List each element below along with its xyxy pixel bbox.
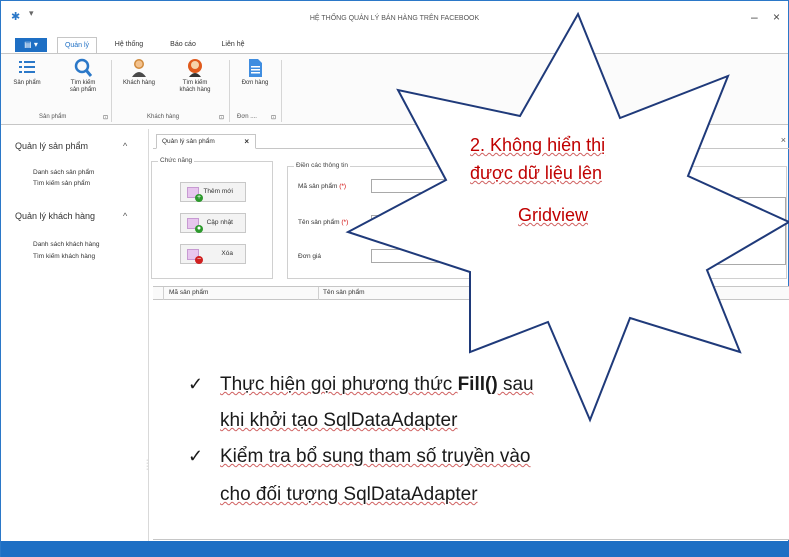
title-bar: ✱ ▾ HỆ THỐNG QUẢN LÝ BÁN HÀNG TRÊN FACEB… (1, 1, 788, 31)
tab-bao-cao[interactable]: Báo cáo (163, 37, 203, 53)
ma-san-pham-text: Mã sản phẩm (298, 183, 338, 190)
ribbon-tab-row: ▤ ▾ Quản lý Hệ thống Báo cáo Liên hệ (1, 37, 788, 53)
grid-column-divider (318, 287, 319, 300)
update-button-label: Cập nhật (206, 219, 233, 226)
close-tab-icon[interactable]: × (244, 135, 249, 149)
ribbon-don-hang-label: Đơn hàng (241, 80, 269, 86)
ribbon-tim-kiem-sp-label-2: sản phẩm (69, 87, 97, 93)
tab-quan-ly-san-pham-label: Quản lý sản phẩm (162, 138, 215, 145)
info-form-legend: Điền các thông tin (294, 162, 351, 169)
left-navigation: Quản lý sản phẩm ^ Danh sách sản phẩm Tì… (1, 129, 149, 541)
product-grid-header: Mã sản phẩm Tên sản phẩm Đơn giá Thông t… (153, 286, 789, 300)
ribbon-group-divider (229, 60, 230, 122)
tab-lien-he[interactable]: Liên hệ (213, 37, 253, 53)
nav-item-danh-sach-san-pham[interactable]: Danh sách sản phẩm (33, 169, 94, 176)
ten-san-pham-text: Tên sản phẩm (298, 219, 340, 226)
ribbon-group-launcher[interactable]: ⊡ (103, 114, 108, 121)
delete-button-label: Xóa (221, 250, 233, 257)
update-button[interactable]: ● Cập nhật (180, 213, 246, 233)
splitter-handle[interactable]: · · · · (146, 457, 148, 473)
ribbon-group-divider (281, 60, 282, 122)
checklist-item-1-line-1: Thực hiện gọi phương thức Fill() sau (220, 372, 534, 398)
update-icon: ● (187, 218, 203, 233)
tab-he-thong[interactable]: Hệ thống (109, 37, 149, 53)
grid-column-don-gia[interactable]: Đơn giá (481, 289, 504, 296)
app-window: ✱ ▾ HỆ THỐNG QUẢN LÝ BÁN HÀNG TRÊN FACEB… (0, 0, 789, 557)
checklist-item-1-text-d: khi khởi tạo SqlDataAdapter (220, 410, 458, 431)
ribbon-group-launcher[interactable]: ⊡ (271, 114, 276, 121)
ribbon-tim-kiem-khach-hang-button[interactable]: Tìm kiếm khách hàng (173, 58, 217, 94)
nav-item-danh-sach-khach-hang[interactable]: Danh sách khách hàng (33, 241, 100, 248)
ma-san-pham-label: Mã sản phẩm (*) (298, 183, 346, 190)
required-marker: (*) (341, 219, 349, 226)
file-menu-button[interactable]: ▤ ▾ (15, 38, 47, 52)
list-icon (19, 61, 35, 73)
close-panel-icon[interactable]: × (781, 135, 786, 145)
ten-san-pham-input[interactable] (371, 215, 499, 229)
ribbon-tim-kiem-san-pham-button[interactable]: Tìm kiếm sản phẩm (63, 58, 103, 94)
callout-line-2: được dữ liệu lên (470, 163, 602, 183)
checklist-item-1-text-a: Thực hiện gọi phương thức (220, 374, 458, 395)
required-marker: (*) (339, 183, 347, 190)
ribbon: Sản phẩm Tìm kiếm sản phẩm Khách hàng Tì… (1, 53, 788, 125)
minimize-button[interactable]: – (751, 10, 758, 24)
ribbon-group-launcher[interactable]: ⊡ (219, 114, 224, 121)
tab-quan-ly[interactable]: Quản lý (57, 37, 97, 53)
collapse-chevron-icon[interactable]: ^ (123, 141, 127, 151)
grid-column-ma-san-pham[interactable]: Mã sản phẩm (169, 289, 208, 296)
ribbon-group-divider (111, 60, 112, 122)
ten-san-pham-label: Tên sản phẩm (*) (298, 219, 348, 226)
collapse-chevron-icon[interactable]: ^ (123, 211, 127, 221)
grid-column-ten-san-pham[interactable]: Tên sản phẩm (323, 289, 365, 296)
ribbon-tim-kiem-sp-label-1: Tìm kiếm (70, 80, 96, 86)
delete-icon: − (187, 249, 203, 264)
close-window-button[interactable]: × (773, 10, 780, 24)
ribbon-group-khach-hang-label: Khách hàng (147, 114, 180, 120)
checklist-item-1-method: Fill() (457, 374, 498, 395)
ribbon-khach-hang-label: Khách hàng (122, 80, 156, 86)
add-icon: + (187, 187, 203, 202)
checklist-item-2-line-2: cho đối tượng SqlDataAdapter (220, 482, 478, 508)
add-button-label: Thêm mới (203, 188, 233, 195)
nav-section-quan-ly-san-pham[interactable]: Quản lý sản phẩm (15, 141, 88, 151)
document-icon (249, 59, 262, 77)
checklist-item-1-text-c: sau (497, 374, 534, 395)
grid-column-divider (475, 287, 476, 300)
callout-line-3: Gridview (518, 205, 589, 225)
check-mark-icon: ✓ (188, 446, 204, 466)
user-search-icon (188, 59, 202, 77)
search-icon (74, 58, 92, 77)
ribbon-group-san-pham-label: Sản phẩm (39, 114, 67, 120)
nav-item-tim-kiem-khach-hang[interactable]: Tìm kiếm khách hàng (33, 253, 95, 260)
actions-group: Chức năng + Thêm mới ● Cập nhật − Xóa (151, 157, 273, 279)
checklist-item-2-text-a: Kiểm tra bổ sung tham số truyền vào (220, 446, 531, 467)
checklist-item-2-text-b: cho đối tượng SqlDataAdapter (220, 484, 478, 505)
window-title: HỆ THỐNG QUẢN LÝ BÁN HÀNG TRÊN FACEBOOK (309, 15, 480, 22)
delete-button[interactable]: − Xóa (180, 244, 246, 264)
ribbon-tim-kiem-kh-label-1: Tìm kiếm (182, 80, 208, 86)
ribbon-khach-hang-button[interactable]: Khách hàng (119, 58, 159, 87)
status-bar (1, 541, 789, 557)
actions-legend: Chức năng (158, 157, 195, 164)
nav-section-quan-ly-khach-hang[interactable]: Quản lý khách hàng (15, 211, 95, 221)
tab-quan-ly-san-pham[interactable]: Quản lý sản phẩm × (156, 134, 256, 149)
checklist-item-1-line-2: khi khởi tạo SqlDataAdapter (220, 408, 457, 434)
ribbon-san-pham-label: Sản phẩm (13, 80, 41, 86)
grid-column-divider (163, 287, 164, 300)
nav-item-tim-kiem-san-pham[interactable]: Tìm kiếm sản phẩm (33, 180, 90, 187)
add-button[interactable]: + Thêm mới (180, 182, 246, 202)
check-mark-icon: ✓ (188, 374, 204, 394)
callout-line-1: 2. Không hiển thị (470, 135, 606, 155)
ribbon-don-hang-button[interactable]: Đơn hàng (235, 58, 275, 87)
don-gia-input[interactable] (371, 249, 499, 263)
ribbon-san-pham-button[interactable]: Sản phẩm (7, 58, 47, 87)
grid-column-divider (631, 287, 632, 300)
ribbon-group-don-hang-label: Đơn .... (237, 114, 257, 120)
grid-column-thong-tin[interactable]: Thông tin (637, 289, 664, 296)
user-icon (132, 59, 146, 77)
don-gia-label: Đơn giá (298, 253, 322, 260)
ribbon-tim-kiem-kh-label-2: khách hàng (179, 87, 211, 93)
checklist-item-2-line-1: Kiểm tra bổ sung tham số truyền vào (220, 444, 531, 470)
